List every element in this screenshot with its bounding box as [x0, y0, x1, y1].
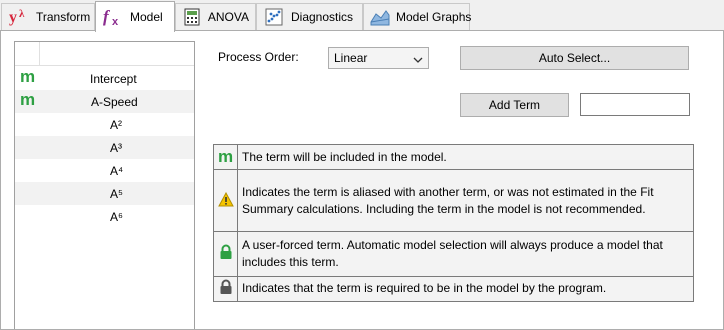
- legend-row: m The term will be included in the model…: [213, 143, 694, 171]
- tab-label: Model: [130, 10, 163, 24]
- calculator-icon: [182, 7, 202, 27]
- process-order-select[interactable]: Linear: [328, 47, 429, 69]
- svg-text:x: x: [112, 16, 119, 27]
- add-term-input[interactable]: [580, 93, 690, 116]
- legend-icon-cell: [213, 169, 238, 232]
- term-name: A⁶: [110, 210, 123, 224]
- legend-text: Indicates the term is aliased with anoth…: [237, 169, 694, 232]
- surface-graph-icon: [370, 7, 390, 27]
- model-m-icon: m: [217, 147, 234, 167]
- list-item[interactable]: A³: [15, 136, 194, 159]
- model-m-icon: m: [20, 90, 36, 109]
- tab-label: Diagnostics: [291, 10, 354, 24]
- terms-list[interactable]: m Intercept m A-Speed A² A³ A⁴ A⁵ A⁶: [14, 41, 195, 329]
- tab-anova[interactable]: ANOVA: [175, 3, 256, 30]
- term-name: A⁵: [110, 187, 123, 201]
- term-name: A-Speed: [91, 95, 138, 109]
- svg-text:f: f: [103, 7, 111, 26]
- term-name: A³: [110, 141, 122, 155]
- lambda-icon: yλ: [8, 7, 30, 27]
- svg-text:λ: λ: [19, 8, 25, 20]
- legend-icon-cell: [213, 230, 238, 277]
- legend-row: Indicates that the term is required to b…: [213, 275, 694, 303]
- legend-table: m The term will be included in the model…: [213, 143, 694, 303]
- svg-text:y: y: [9, 9, 17, 26]
- legend-row: A user-forced term. Automatic model sele…: [213, 230, 694, 277]
- legend-text: The term will be included in the model.: [237, 143, 694, 171]
- tab-bar: yλ Transform fx Model ANOVA Diagnostics …: [0, 0, 724, 32]
- term-name: A⁴: [110, 164, 124, 178]
- tab-diagnostics[interactable]: Diagnostics: [256, 3, 363, 30]
- fx-icon: fx: [102, 7, 124, 27]
- term-name: A²: [110, 118, 122, 132]
- list-item[interactable]: A²: [15, 113, 194, 136]
- scatter-plot-icon: [263, 7, 285, 27]
- list-item[interactable]: A⁶: [15, 205, 194, 228]
- model-m-icon: m: [20, 67, 36, 86]
- tab-model-graphs[interactable]: Model Graphs: [363, 3, 472, 30]
- warning-icon: [217, 191, 234, 210]
- process-order-label: Process Order:: [218, 50, 299, 64]
- chevron-down-icon: [413, 53, 423, 67]
- legend-text: A user-forced term. Automatic model sele…: [237, 230, 694, 277]
- list-item[interactable]: A⁵: [15, 182, 194, 205]
- list-item[interactable]: A⁴: [15, 159, 194, 182]
- green-lock-icon: [219, 244, 233, 263]
- legend-text: Indicates that the term is required to b…: [237, 275, 694, 303]
- legend-row: Indicates the term is aliased with anoth…: [213, 169, 694, 232]
- legend-icon-cell: m: [213, 143, 238, 171]
- list-item[interactable]: m Intercept: [15, 67, 194, 90]
- process-order-value: Linear: [334, 51, 368, 65]
- tab-label: ANOVA: [207, 10, 249, 24]
- terms-list-header: [15, 42, 194, 66]
- tab-label: Transform: [36, 10, 91, 24]
- term-name: Intercept: [90, 72, 137, 86]
- tab-transform[interactable]: yλ Transform: [1, 3, 95, 30]
- add-term-button[interactable]: Add Term: [460, 93, 569, 117]
- tab-label: Model Graphs: [396, 10, 472, 24]
- legend-icon-cell: [213, 275, 238, 303]
- auto-select-button[interactable]: Auto Select...: [460, 46, 689, 70]
- gray-lock-icon: [219, 279, 233, 298]
- list-item[interactable]: m A-Speed: [15, 90, 194, 113]
- tab-model[interactable]: fx Model: [95, 1, 175, 32]
